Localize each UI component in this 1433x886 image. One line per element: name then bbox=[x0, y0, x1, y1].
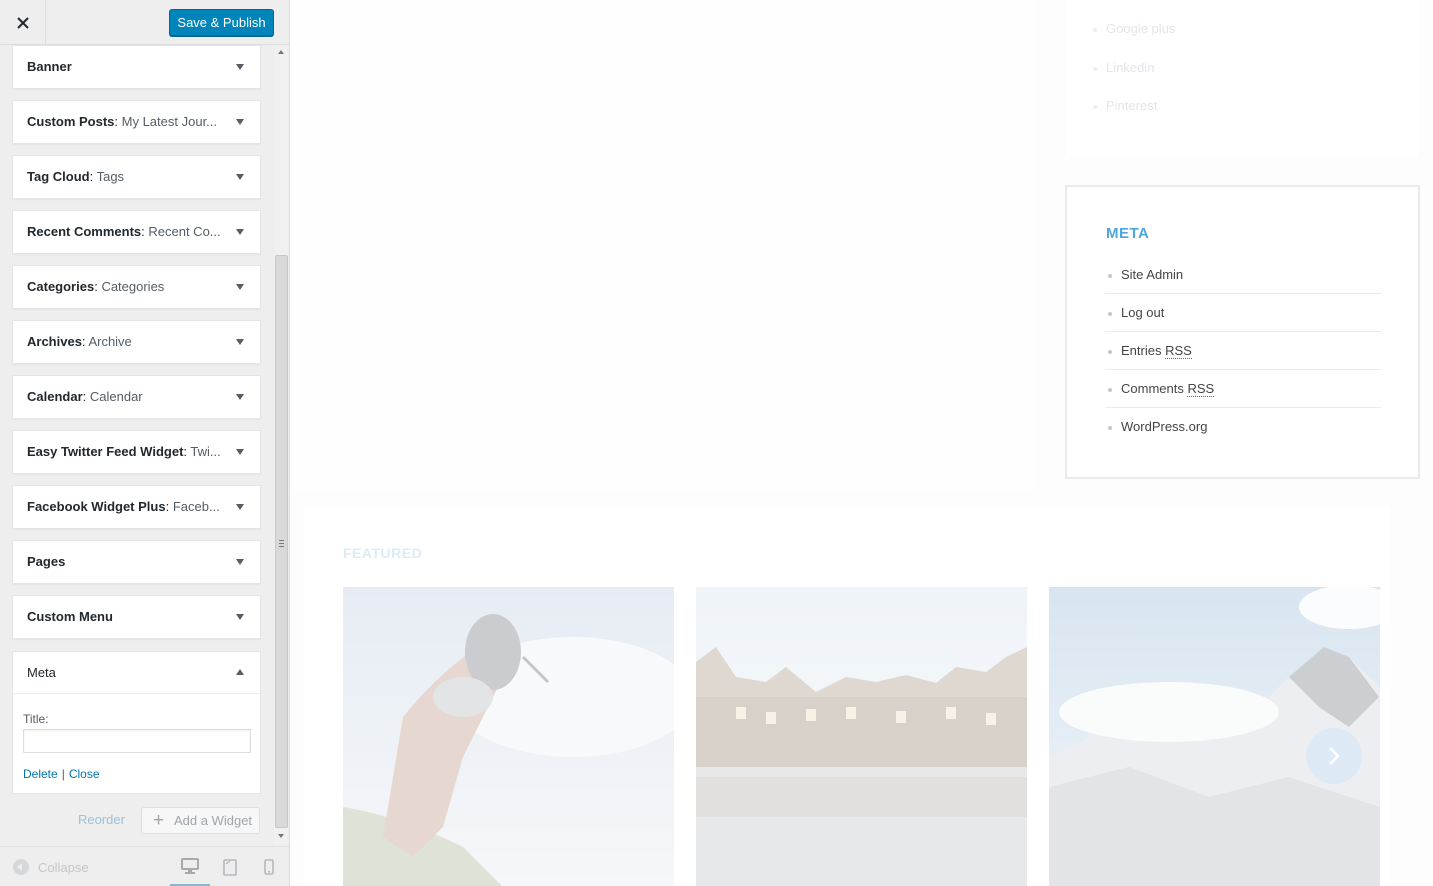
widget-name: Meta bbox=[27, 665, 56, 680]
site-preview: Google plus Linkedin Pinterest META Site… bbox=[290, 0, 1433, 886]
meta-link-wordpress-org[interactable]: WordPress.org bbox=[1105, 408, 1381, 446]
widget-subtitle: Calendar bbox=[89, 389, 143, 404]
expand-arrow-icon[interactable] bbox=[236, 119, 244, 125]
social-links-widget: Google plus Linkedin Pinterest bbox=[1066, 0, 1419, 157]
preview-tablet-button[interactable] bbox=[210, 847, 250, 886]
plus-icon: + bbox=[153, 810, 165, 831]
widget-subtitle: Archive bbox=[88, 334, 132, 349]
desktop-icon bbox=[181, 857, 199, 874]
expand-arrow-icon[interactable] bbox=[236, 504, 244, 510]
add-widget-label: Add a Widget bbox=[174, 813, 253, 828]
widget-tag-cloud[interactable]: Tag Cloud: Tags bbox=[12, 155, 261, 199]
scroll-up-icon[interactable] bbox=[278, 50, 284, 54]
meta-link-comments-rss[interactable]: Comments RSS bbox=[1105, 370, 1381, 408]
save-publish-button[interactable]: Save & Publish bbox=[169, 9, 274, 36]
chevron-right-icon bbox=[1329, 747, 1340, 765]
widget-archives[interactable]: Archives: Archive bbox=[12, 320, 261, 364]
widget-name: Easy Twitter Feed Widget bbox=[27, 444, 184, 459]
carousel-next-button[interactable] bbox=[1306, 728, 1362, 784]
widget-recent-comments[interactable]: Recent Comments: Recent Co... bbox=[12, 210, 261, 254]
expand-arrow-icon[interactable] bbox=[236, 614, 244, 620]
widget-custom-menu[interactable]: Custom Menu bbox=[12, 595, 261, 639]
collapse-label: Collapse bbox=[38, 860, 89, 875]
reorder-link[interactable]: Reorder bbox=[78, 812, 125, 827]
preview-mobile-button[interactable] bbox=[249, 847, 289, 886]
link-separator: | bbox=[61, 767, 65, 781]
social-link-linkedin[interactable]: Linkedin bbox=[1092, 60, 1154, 75]
title-input[interactable] bbox=[23, 729, 251, 753]
expand-arrow-icon[interactable] bbox=[236, 174, 244, 180]
expand-arrow-icon[interactable] bbox=[236, 284, 244, 290]
customizer-footer: Collapse bbox=[0, 846, 289, 886]
widget-pages[interactable]: Pages bbox=[12, 540, 261, 584]
meta-widget-title: META bbox=[1106, 225, 1150, 242]
widget-categories[interactable]: Categories: Categories bbox=[12, 265, 261, 309]
widget-name: Pages bbox=[27, 554, 66, 569]
expand-arrow-icon[interactable] bbox=[236, 64, 244, 70]
widget-subtitle: Tags bbox=[96, 169, 125, 184]
expand-arrow-icon[interactable] bbox=[236, 394, 244, 400]
collapse-arrow-icon bbox=[13, 859, 29, 875]
sidebar-scrollbar[interactable] bbox=[274, 45, 289, 845]
widget-name: Tag Cloud bbox=[27, 169, 90, 184]
widget-facebook-plus[interactable]: Facebook Widget Plus: Faceb... bbox=[12, 485, 261, 529]
mobile-icon bbox=[264, 859, 274, 875]
preview-desktop-button[interactable] bbox=[170, 847, 210, 886]
featured-image-village[interactable] bbox=[696, 587, 1027, 886]
featured-title: FEATURED bbox=[343, 545, 423, 561]
social-link-pinterest[interactable]: Pinterest bbox=[1092, 98, 1157, 113]
expand-arrow-icon[interactable] bbox=[236, 229, 244, 235]
widget-name: Facebook Widget Plus bbox=[27, 499, 166, 514]
widget-banner[interactable]: Banner bbox=[12, 45, 261, 89]
customizer-header: Save & Publish bbox=[0, 0, 289, 45]
add-widget-button[interactable]: + Add a Widget bbox=[141, 807, 260, 834]
widget-name: Custom Posts bbox=[27, 114, 115, 129]
close-icon bbox=[16, 16, 29, 29]
collapse-button[interactable]: Collapse bbox=[13, 859, 89, 875]
widget-meta-expanded: Meta Title: Delete | Close bbox=[12, 651, 261, 794]
widget-easy-twitter-feed[interactable]: Easy Twitter Feed Widget: Twi... bbox=[12, 430, 261, 474]
customizer-sidebar: Save & Publish Banner Custom Posts: My L… bbox=[0, 0, 290, 886]
widget-subtitle: Categories bbox=[101, 279, 165, 294]
widget-name: Calendar bbox=[27, 389, 83, 404]
preview-content-area bbox=[290, 0, 1035, 490]
close-link[interactable]: Close bbox=[69, 767, 100, 781]
social-link-google-plus[interactable]: Google plus bbox=[1092, 21, 1175, 36]
grip-icon bbox=[279, 540, 284, 547]
meta-link-log-out[interactable]: Log out bbox=[1105, 294, 1381, 332]
widget-actions: Delete | Close bbox=[23, 767, 100, 781]
widget-name: Banner bbox=[27, 59, 72, 74]
widget-meta-header[interactable]: Meta bbox=[13, 652, 260, 694]
expand-arrow-icon[interactable] bbox=[236, 449, 244, 455]
widget-subtitle: My Latest Jour... bbox=[121, 114, 218, 129]
meta-links: Site Admin Log out Entries RSS Comments … bbox=[1105, 256, 1381, 446]
scroll-down-icon[interactable] bbox=[278, 834, 284, 838]
widget-subtitle: Recent Co... bbox=[148, 224, 221, 239]
widget-name: Archives bbox=[27, 334, 82, 349]
featured-section: FEATURED bbox=[304, 507, 1390, 886]
widget-calendar[interactable]: Calendar: Calendar bbox=[12, 375, 261, 419]
widget-name: Custom Menu bbox=[27, 609, 113, 624]
widget-subtitle: Faceb... bbox=[172, 499, 220, 514]
widget-list: Banner Custom Posts: My Latest Jour... T… bbox=[0, 45, 274, 845]
widget-subtitle: Twi... bbox=[190, 444, 221, 459]
widget-name: Categories bbox=[27, 279, 95, 294]
expand-arrow-icon[interactable] bbox=[236, 559, 244, 565]
meta-link-site-admin[interactable]: Site Admin bbox=[1105, 256, 1381, 294]
delete-link[interactable]: Delete bbox=[23, 767, 58, 781]
tablet-icon bbox=[223, 858, 237, 876]
collapse-arrow-icon[interactable] bbox=[236, 669, 244, 675]
scrollbar-thumb[interactable] bbox=[275, 255, 288, 828]
meta-widget-preview: META Site Admin Log out Entries RSS Comm… bbox=[1065, 185, 1420, 479]
meta-link-entries-rss[interactable]: Entries RSS bbox=[1105, 332, 1381, 370]
featured-image-hiker[interactable] bbox=[343, 587, 674, 886]
widget-name: Recent Comments bbox=[27, 224, 142, 239]
expand-arrow-icon[interactable] bbox=[236, 339, 244, 345]
widget-custom-posts[interactable]: Custom Posts: My Latest Jour... bbox=[12, 100, 261, 144]
title-field-label: Title: bbox=[23, 712, 49, 726]
close-customizer-button[interactable] bbox=[0, 0, 46, 45]
